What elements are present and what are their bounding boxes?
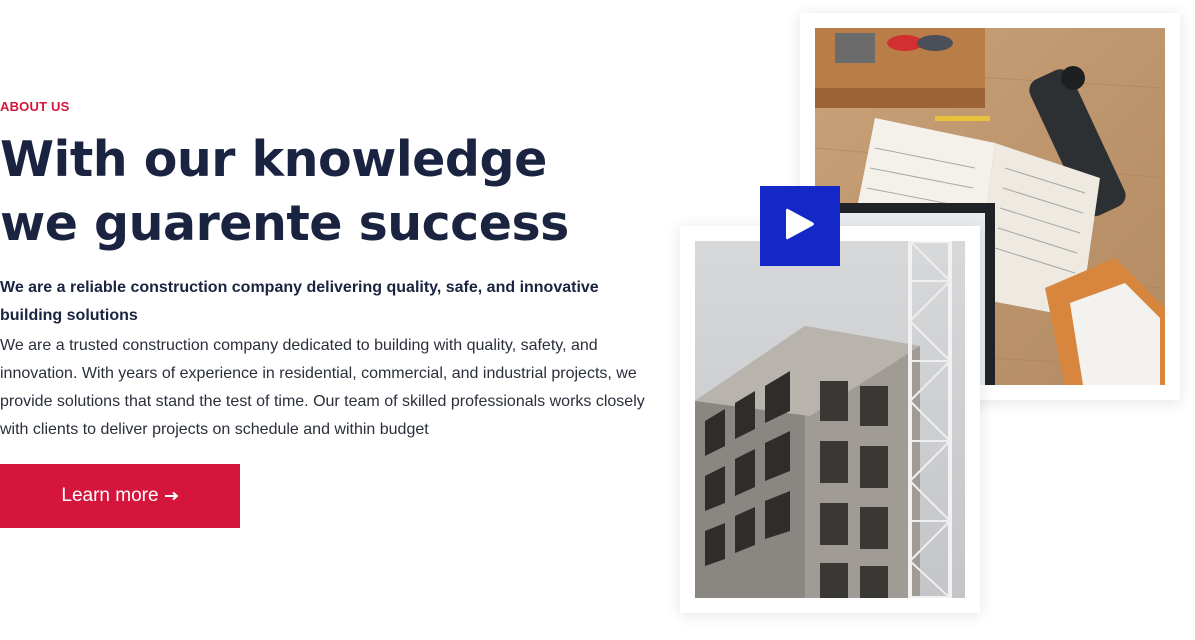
learn-more-label: Learn more xyxy=(61,485,159,506)
lead-paragraph: We are a reliable construction company d… xyxy=(0,279,599,324)
headline-line-1: With our knowledge xyxy=(0,131,547,188)
body-paragraph: We are a trusted construction company de… xyxy=(0,337,645,438)
headline-line-2: we guarente success xyxy=(0,195,569,252)
building-construction-crane-photo xyxy=(695,241,965,598)
play-video-button[interactable] xyxy=(760,186,840,266)
arrow-right-icon xyxy=(164,485,179,507)
about-section: ABOUT US With our knowledge we guarente … xyxy=(0,0,1195,640)
learn-more-button[interactable]: Learn more xyxy=(0,464,240,528)
construction-photo-card xyxy=(680,226,980,613)
page-title: With our knowledge we guarente success xyxy=(0,128,569,256)
play-icon xyxy=(785,207,815,246)
section-eyebrow: ABOUT US xyxy=(0,99,70,114)
